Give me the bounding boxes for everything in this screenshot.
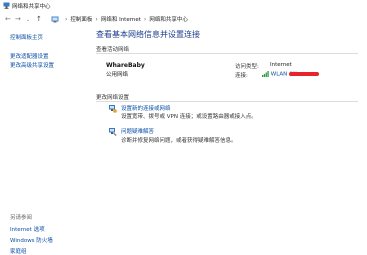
see-also-windows-firewall[interactable]: Windows 防火墙 (10, 236, 53, 244)
redaction-mark (288, 72, 319, 76)
divider (96, 53, 358, 54)
up-arrow-icon[interactable]: ↑ (36, 15, 42, 23)
sidebar-item-advanced-sharing-settings[interactable]: 更改高级共享设置 (10, 61, 54, 69)
window-title: 网络和共享中心 (12, 4, 51, 10)
breadcrumb-control-panel[interactable]: 控制面板 (70, 15, 92, 23)
breadcrumb-network-internet[interactable]: 网络和 Internet (101, 15, 141, 23)
access-type-label: 访问类型: (235, 64, 259, 70)
network-category-link[interactable]: 公用网络 (106, 70, 128, 78)
setup-new-connection-desc: 设置宽带、拨号或 VPN 连接；或设置路由器或接入点。 (121, 114, 257, 120)
network-center-icon (3, 2, 10, 9)
active-networks-heading: 查看活动网络 (96, 47, 130, 53)
new-connection-icon (109, 105, 117, 113)
forward-arrow-icon[interactable]: → (15, 15, 21, 23)
see-also-heading: 另请参阅 (10, 215, 33, 221)
recent-dropdown-icon[interactable]: ⌄ (26, 16, 30, 24)
sidebar-item-change-adapter-settings[interactable]: 更改适配器设置 (10, 52, 49, 60)
connection-value: WLAN (W (262, 71, 319, 78)
breadcrumb: › 控制面板 › 网络和 Internet › 网络和共享中心 (51, 15, 188, 23)
setup-new-connection-link[interactable]: 设置新的连接或网络 (121, 104, 171, 112)
connection-label: 连接: (235, 73, 248, 79)
access-type-value: Internet (270, 62, 292, 68)
wifi-signal-icon (262, 71, 269, 77)
troubleshoot-desc: 诊断并修复网络问题，或者获得疑难解答信息。 (121, 138, 237, 144)
control-panel-icon (51, 16, 59, 22)
address-bar: ← → ⌄ ↑ › 控制面板 › 网络和 Internet › 网络和共享中心 (0, 11, 367, 27)
troubleshoot-link[interactable]: 问题疑难解答 (121, 127, 154, 135)
breadcrumb-separator: › (95, 15, 98, 23)
breadcrumb-separator: › (65, 15, 68, 23)
network-name: WhareBaby (106, 62, 145, 69)
title-bar: 网络和共享中心 (0, 0, 367, 11)
troubleshoot-icon (109, 128, 117, 136)
change-settings-heading: 更改网络设置 (96, 95, 130, 101)
breadcrumb-network-sharing-center[interactable]: 网络和共享中心 (149, 15, 188, 23)
see-also-internet-options[interactable]: Internet 选项 (10, 225, 45, 233)
page-title: 查看基本网络信息并设置连接 (96, 30, 200, 39)
sidebar-item-control-panel-home[interactable]: 控制面板主页 (10, 33, 43, 41)
breadcrumb-separator: › (143, 15, 147, 23)
divider (96, 101, 358, 102)
back-arrow-icon[interactable]: ← (5, 15, 11, 23)
